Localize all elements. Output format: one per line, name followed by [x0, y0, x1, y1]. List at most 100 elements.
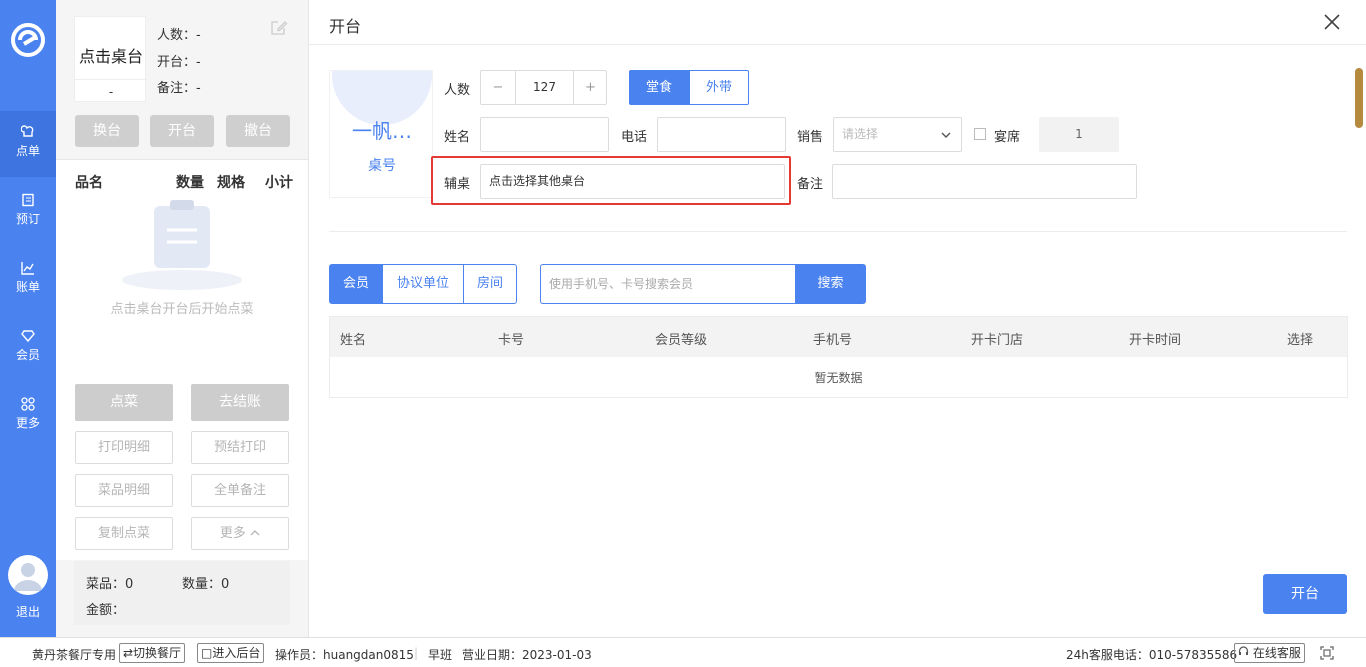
more-label: 更多	[219, 526, 246, 541]
banquet-count-input[interactable]: 1	[1039, 117, 1119, 152]
scrollbar[interactable]	[1355, 68, 1363, 128]
people-info: 人数：-	[157, 28, 201, 43]
name-label: 姓名	[444, 130, 471, 145]
edit-icon[interactable]	[270, 19, 288, 37]
takeout-toggle[interactable]: 外带	[689, 70, 749, 105]
print-detail-button[interactable]: 打印明细	[75, 431, 173, 464]
open-info: 开台：-	[157, 55, 201, 70]
clear-table-button[interactable]: 撤台	[226, 115, 290, 147]
nav-item-order[interactable]: 点单	[0, 111, 56, 177]
th-select: 选择	[1287, 333, 1314, 348]
user-icon	[14, 563, 42, 591]
order-remark-button[interactable]: 全单备注	[191, 474, 289, 507]
fullscreen-icon[interactable]	[1320, 646, 1334, 660]
sales-placeholder: 请选择	[842, 127, 879, 141]
dialog-body: 一帆… 桌号 人数 − 127 + 堂食 外带 姓名 电话 销售 请选择 宴席 …	[309, 45, 1353, 637]
dine-in-toggle[interactable]: 堂食	[629, 70, 689, 105]
th-phone: 手机号	[813, 333, 853, 348]
store-name: 黄丹茶餐厅专用	[32, 648, 117, 662]
online-service-label: 在线客服	[1252, 646, 1301, 660]
member-table: 姓名 卡号 会员等级 手机号 开卡门店 开卡时间 选择 暂无数据	[329, 316, 1348, 398]
dialog-title: 开台	[329, 17, 362, 36]
grid-icon	[21, 397, 35, 411]
plus-button[interactable]: +	[573, 71, 607, 104]
open-table-dialog: 开台 一帆… 桌号 人数 − 127 + 堂食 外带 姓名 电话 销售 请选择 …	[308, 0, 1366, 637]
th-member-level: 会员等级	[655, 333, 708, 348]
open-table-button[interactable]: 开台	[150, 115, 214, 147]
order-list-header: 品名 数量 规格 小计	[56, 160, 308, 200]
table-number-label: 桌号	[368, 158, 396, 174]
nav-item-reserve[interactable]: 预订	[0, 179, 56, 245]
logout-button[interactable]: 退出	[0, 603, 56, 620]
qty-count: 数量：0	[182, 577, 230, 592]
phone-input[interactable]	[657, 117, 786, 152]
nav-item-bills[interactable]: 账单	[0, 247, 56, 313]
member-search-input[interactable]: 使用手机号、卡号搜索会员	[540, 264, 796, 304]
backend-button[interactable]: □进入后台	[197, 643, 265, 663]
pre-settle-print-button[interactable]: 预结打印	[191, 431, 289, 464]
chef-hat-icon	[21, 125, 34, 137]
sales-select[interactable]: 请选择	[833, 117, 962, 152]
remark-input[interactable]	[832, 164, 1137, 199]
chevron-down-icon	[941, 132, 951, 138]
amount: 金额：	[86, 603, 126, 618]
phone-label: 电话	[621, 130, 648, 145]
table-name: 点击桌台	[78, 47, 143, 66]
online-service-button[interactable]: 在线客服	[1234, 643, 1305, 663]
th-card-store: 开卡门店	[971, 333, 1024, 348]
minus-button[interactable]: −	[481, 71, 516, 104]
switch-store-button[interactable]: ⇄切换餐厅	[119, 643, 186, 663]
current-table-card[interactable]: 点击桌台 -	[74, 16, 147, 102]
close-icon[interactable]	[1322, 12, 1342, 32]
people-value[interactable]: 127	[516, 71, 573, 104]
nav-label: 预订	[15, 212, 40, 226]
order-panel: 点击桌台 - 人数：- 开台：- 备注：- 换台 开台 撤台 品名 数量 规格 …	[56, 0, 308, 637]
avatar[interactable]	[8, 555, 48, 595]
more-actions-button[interactable]: 更多	[191, 517, 289, 550]
name-input[interactable]	[480, 117, 609, 152]
banquet-label: 宴席	[994, 130, 1021, 145]
sales-label: 销售	[797, 130, 824, 145]
tab-room[interactable]: 房间	[463, 264, 517, 304]
people-stepper[interactable]: − 127 +	[480, 70, 607, 105]
business-date: 营业日期：2023-01-03	[462, 648, 592, 662]
tab-member[interactable]: 会员	[329, 264, 383, 304]
shift: 早班	[428, 648, 453, 662]
order-dishes-button[interactable]: 点菜	[75, 384, 173, 421]
selected-table-card: 一帆… 桌号	[329, 70, 433, 198]
col-dish-name: 品名	[75, 175, 103, 191]
operator: 操作员：huangdan0815	[275, 648, 414, 662]
nav-item-more[interactable]: 更多	[0, 383, 56, 449]
aux-table-highlight	[431, 156, 791, 205]
col-spec: 规格	[217, 175, 245, 191]
book-icon	[22, 193, 34, 207]
dish-count: 菜品：0	[86, 577, 134, 592]
copy-order-button[interactable]: 复制点菜	[75, 517, 173, 550]
th-name: 姓名	[340, 333, 367, 348]
checkout-button[interactable]: 去结账	[191, 384, 289, 421]
remark-label: 备注	[797, 177, 824, 192]
no-data-text: 暂无数据	[814, 371, 863, 385]
banquet-checkbox[interactable]	[974, 128, 986, 140]
people-label: 人数	[444, 83, 471, 98]
confirm-open-button[interactable]: 开台	[1263, 574, 1347, 614]
search-button[interactable]: 搜索	[795, 264, 866, 304]
chart-icon	[21, 262, 34, 275]
col-qty: 数量	[176, 175, 204, 191]
remark-info: 备注：-	[157, 81, 201, 96]
nav-label: 会员	[15, 348, 40, 362]
empty-order-text: 点击桌台开台后开始点菜	[110, 302, 254, 317]
dish-detail-button[interactable]: 菜品明细	[75, 474, 173, 507]
nav-item-members[interactable]: 会员	[0, 315, 56, 381]
headset-icon	[1238, 646, 1249, 655]
diamond-icon	[21, 330, 35, 343]
th-card-time: 开卡时间	[1129, 333, 1182, 348]
col-subtotal: 小计	[265, 175, 293, 191]
app-logo-icon	[11, 23, 45, 57]
hotline: 24h客服电话：010-57835586	[1066, 648, 1238, 662]
tab-agreement-unit[interactable]: 协议单位	[382, 264, 464, 304]
change-table-button[interactable]: 换台	[75, 115, 139, 147]
chevron-up-icon	[250, 530, 260, 536]
member-table-header: 姓名 卡号 会员等级 手机号 开卡门店 开卡时间 选择	[330, 317, 1347, 357]
clipboard-illustration-icon	[122, 200, 242, 290]
